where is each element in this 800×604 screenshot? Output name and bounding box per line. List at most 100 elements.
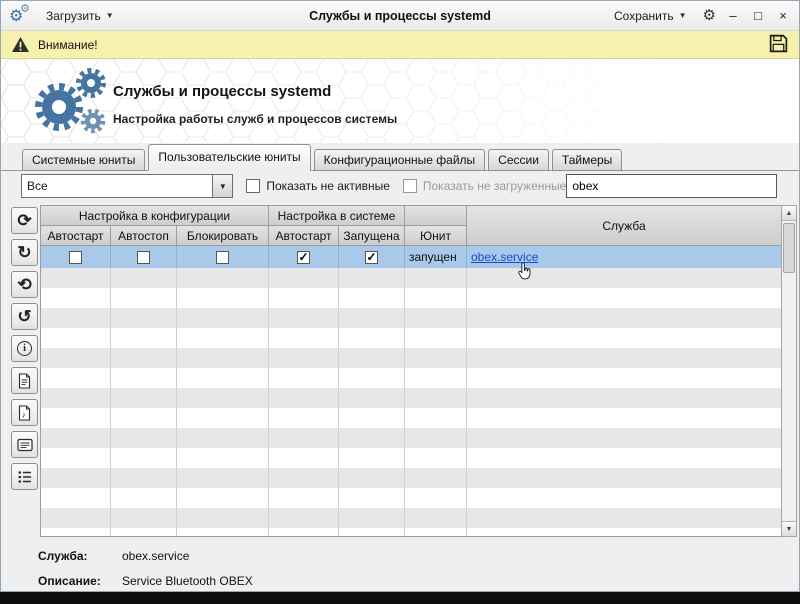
journal-button[interactable]: [11, 367, 38, 394]
show-inactive-label: Показать не активные: [266, 179, 390, 193]
cell-system-running: ✓: [339, 246, 405, 268]
titlebar: ⚙ ⚙ Загрузить ▼ Службы и процессы system…: [1, 1, 799, 31]
table-header: Настройка в конфигурации Настройка в сис…: [41, 206, 781, 246]
warning-bar: Внимание!: [1, 31, 799, 59]
titlebar-right: Сохранить ▼ ⚙ – □ ×: [607, 6, 791, 26]
scrollbar-thumb[interactable]: [783, 223, 795, 273]
app-gears-icon: ⚙ ⚙: [9, 5, 33, 27]
cell-service: obex.service: [467, 246, 781, 268]
config-block-checkbox[interactable]: [216, 251, 229, 264]
column-header-unit[interactable]: Юнит: [405, 226, 467, 246]
unit-status: запущен: [405, 246, 467, 268]
save-button-label: Сохранить: [614, 9, 674, 23]
cursor-pointer-icon: [517, 263, 531, 280]
column-header-service[interactable]: Служба: [467, 206, 781, 246]
cell-system-autostart: ✓: [269, 246, 339, 268]
checkbox-box[interactable]: [246, 179, 260, 193]
warning-text: Внимание!: [38, 38, 98, 52]
floppy-save-icon: [768, 33, 789, 54]
audit-log-button[interactable]: ♪: [11, 399, 38, 426]
checkbox-box[interactable]: [403, 179, 417, 193]
document-note-icon: ♪: [17, 405, 32, 421]
document-icon: [17, 373, 32, 389]
page-subtitle: Настройка работы служб и процессов систе…: [113, 112, 397, 126]
save-button[interactable]: Сохранить ▼: [607, 6, 694, 26]
restart-icon: ↻: [17, 244, 31, 261]
load-button-label: Загрузить: [46, 9, 101, 23]
undo-icon: ↺: [17, 308, 31, 325]
search-input[interactable]: [566, 174, 777, 198]
chevron-down-icon: ▼: [106, 11, 114, 20]
tab-bar: Системные юниты Пользовательские юниты К…: [1, 143, 799, 171]
reload-button[interactable]: ⟲: [11, 271, 38, 298]
page-title: Службы и процессы systemd: [113, 83, 397, 100]
bullet-list-icon: [17, 470, 33, 484]
system-running-checkbox[interactable]: ✓: [365, 251, 378, 264]
taskbar-strip: [0, 592, 800, 604]
group-header-blank: [405, 206, 467, 226]
gear-icon-small: ⚙: [20, 2, 30, 15]
tab-timers[interactable]: Таймеры: [552, 149, 622, 171]
refresh-button[interactable]: ⟳: [11, 207, 38, 234]
reload-icon: ⟲: [17, 276, 31, 293]
group-header-config: Настройка в конфигурации: [41, 206, 269, 226]
config-autostop-checkbox[interactable]: [137, 251, 150, 264]
header-banner: Службы и процессы systemd Настройка рабо…: [1, 59, 799, 143]
service-value: obex.service: [122, 549, 189, 563]
save-to-file-button[interactable]: [768, 33, 789, 57]
refresh-icon: ⟳: [17, 212, 31, 229]
app-window: ⚙ ⚙ Загрузить ▼ Службы и процессы system…: [0, 0, 800, 592]
warning-triangle-icon: [11, 36, 30, 53]
description-label: Описание:: [38, 574, 122, 588]
dropdown-arrow-button[interactable]: ▼: [212, 175, 232, 197]
column-header-autostart-config[interactable]: Автостарт: [41, 226, 111, 246]
tab-sessions[interactable]: Сессии: [488, 149, 549, 171]
chevron-down-icon: ▼: [679, 11, 687, 20]
show-unloaded-checkbox[interactable]: Показать не загруженные: [403, 179, 566, 193]
tab-user-units[interactable]: Пользовательские юниты: [148, 144, 310, 171]
console-icon: [17, 438, 33, 452]
column-header-block[interactable]: Блокировать: [177, 226, 269, 246]
scroll-down-button[interactable]: ▼: [782, 521, 796, 536]
load-button[interactable]: Загрузить ▼: [39, 6, 121, 26]
tab-config-files[interactable]: Конфигурационные файлы: [314, 149, 485, 171]
filter-scope-value: Все: [22, 179, 212, 193]
units-table: Настройка в конфигурации Настройка в сис…: [40, 205, 782, 537]
description-value: Service Bluetooth OBEX: [122, 574, 253, 588]
tab-system-units[interactable]: Системные юниты: [22, 149, 145, 171]
maximize-button[interactable]: □: [750, 9, 766, 22]
vertical-scrollbar[interactable]: ▲ ▼: [781, 205, 797, 537]
cell-config-block: [177, 246, 269, 268]
gears-logo-icon: [19, 59, 119, 143]
info-button[interactable]: i: [11, 335, 38, 362]
minimize-button[interactable]: –: [725, 9, 741, 22]
main-area: ⟳ ↻ ⟲ ↺ i: [1, 205, 799, 537]
close-button[interactable]: ×: [775, 9, 791, 22]
filter-scope-dropdown[interactable]: Все ▼: [21, 174, 233, 198]
column-header-running[interactable]: Запущена: [339, 226, 405, 246]
restart-unit-button[interactable]: ↻: [11, 239, 38, 266]
chevron-down-icon: ▼: [219, 182, 227, 191]
group-header-system: Настройка в системе: [269, 206, 405, 226]
config-autostart-checkbox[interactable]: [69, 251, 82, 264]
scroll-up-button[interactable]: ▲: [782, 206, 796, 221]
cell-config-autostart: [41, 246, 111, 268]
undo-button[interactable]: ↺: [11, 303, 38, 330]
service-label: Служба:: [38, 549, 122, 563]
show-unloaded-label: Показать не загруженные: [423, 179, 566, 193]
svg-text:♪: ♪: [22, 409, 26, 419]
system-autostart-checkbox[interactable]: ✓: [297, 251, 310, 264]
status-output-button[interactable]: [11, 431, 38, 458]
column-header-autostart-system[interactable]: Автостарт: [269, 226, 339, 246]
cell-config-autostop: [111, 246, 177, 268]
settings-gear-button[interactable]: ⚙: [703, 8, 716, 23]
unit-list-button[interactable]: [11, 463, 38, 490]
filter-bar: Все ▼ Показать не активные Показать не з…: [1, 173, 799, 199]
service-link[interactable]: obex.service: [471, 250, 538, 264]
side-toolbar: ⟳ ↻ ⟲ ↺ i: [11, 207, 39, 495]
show-inactive-checkbox[interactable]: Показать не активные: [246, 179, 390, 193]
window-title: Службы и процессы systemd: [309, 9, 491, 23]
table-row-obex[interactable]: ✓ ✓ запущен obex.service: [41, 246, 781, 268]
column-header-autostop[interactable]: Автостоп: [111, 226, 177, 246]
info-icon: i: [17, 341, 32, 356]
